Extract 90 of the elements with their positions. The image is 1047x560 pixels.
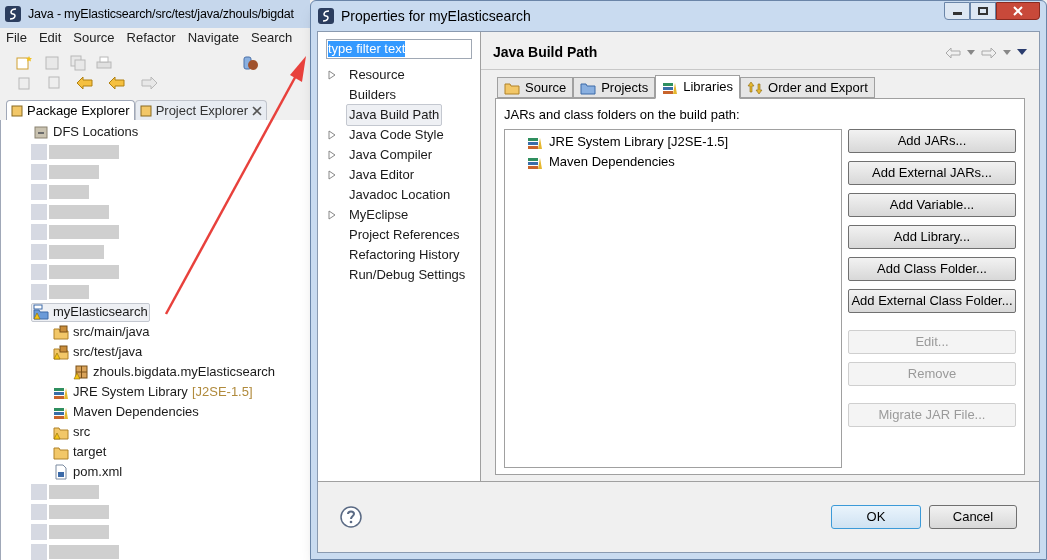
- action-button[interactable]: Add Variable...: [848, 192, 1016, 217]
- tree-item[interactable]: myElasticsearch: [31, 302, 150, 322]
- back-arrow-icon[interactable]: [108, 76, 126, 90]
- view-icon: [11, 104, 23, 117]
- menu-item[interactable]: Refactor: [126, 28, 176, 48]
- action-button[interactable]: Add External Class Folder...: [848, 288, 1016, 313]
- tree-item[interactable]: src/test/java: [51, 342, 145, 362]
- app-icon: [4, 5, 22, 23]
- nav-item[interactable]: Java Code Style: [346, 124, 447, 146]
- nav-item[interactable]: Builders: [346, 84, 399, 106]
- blurred-row: [31, 164, 99, 180]
- view-tab[interactable]: Project Explorer: [134, 100, 268, 120]
- expand-icon[interactable]: [328, 70, 336, 80]
- list-item[interactable]: JRE System Library [J2SE-1.5]: [527, 131, 841, 152]
- minimize-button[interactable]: [944, 2, 970, 20]
- tree-item[interactable]: pom.xml: [51, 462, 125, 482]
- maximize-button[interactable]: [970, 2, 996, 20]
- tree-item[interactable]: JRE System Library [J2SE-1.5]: [51, 382, 255, 402]
- app-icon: [317, 7, 335, 25]
- nav-item[interactable]: Java Editor: [346, 164, 418, 186]
- tab[interactable]: Libraries: [655, 75, 741, 99]
- save-all-icon[interactable]: [70, 55, 86, 71]
- page-title: Java Build Path: [493, 43, 598, 62]
- forward-arrow-icon[interactable]: [140, 76, 158, 90]
- dialog-button[interactable]: OK: [831, 505, 921, 529]
- source-folder-icon: [53, 324, 69, 340]
- tree-item[interactable]: src: [51, 422, 93, 442]
- tree-item[interactable]: DFS Locations: [31, 122, 141, 142]
- tree-item[interactable]: target: [51, 442, 109, 462]
- tree-item[interactable]: src/main/java: [51, 322, 152, 342]
- nav-item[interactable]: Java Compiler: [346, 144, 436, 166]
- expand-icon[interactable]: [328, 150, 336, 160]
- tab[interactable]: Order and Export: [740, 77, 875, 98]
- nav-item[interactable]: Refactoring History: [346, 244, 463, 266]
- list-item[interactable]: Maven Dependencies: [527, 151, 841, 172]
- view-icon: [139, 104, 152, 117]
- window-title: Java - myElasticsearch/src/test/java/zhouls/bigdat: [28, 5, 294, 23]
- close-icon: [1013, 6, 1023, 16]
- package-icon: [73, 364, 89, 380]
- menu-item[interactable]: Navigate: [187, 28, 239, 48]
- close-icon[interactable]: [252, 105, 263, 116]
- bean-icon[interactable]: [242, 55, 260, 71]
- view-tab[interactable]: Package Explorer: [6, 100, 135, 120]
- view-menu-icon[interactable]: [1017, 49, 1027, 56]
- source-folder-icon: [504, 80, 520, 95]
- menu-item[interactable]: Source: [73, 28, 115, 48]
- blurred-row: [31, 484, 99, 500]
- action-button[interactable]: Add External JARs...: [848, 160, 1016, 185]
- action-button[interactable]: Add Class Folder...: [848, 256, 1016, 281]
- dialog-button[interactable]: Cancel: [929, 505, 1017, 529]
- menu-item[interactable]: File: [6, 28, 27, 48]
- books-icon: [662, 80, 679, 94]
- new-icon[interactable]: [16, 55, 34, 71]
- dropdown-icon[interactable]: [967, 49, 975, 56]
- tab[interactable]: Projects: [573, 77, 656, 98]
- nav-item[interactable]: Resource: [346, 64, 408, 86]
- swap-arrows-icon: [747, 80, 764, 95]
- dropdown-icon[interactable]: [1003, 49, 1011, 56]
- print-icon[interactable]: [96, 55, 112, 71]
- drawer-icon: [33, 124, 49, 140]
- description-text: JARs and class folders on the build path:: [504, 106, 741, 124]
- expand-icon[interactable]: [328, 130, 336, 140]
- folder-icon: [53, 444, 69, 460]
- menu-item[interactable]: Edit: [38, 28, 62, 48]
- nav-item[interactable]: Project References: [346, 224, 463, 246]
- nav-item[interactable]: MyEclipse: [346, 204, 412, 226]
- nav-item[interactable]: Java Build Path: [346, 104, 443, 126]
- tab[interactable]: Source: [497, 77, 574, 98]
- expand-icon[interactable]: [328, 170, 336, 180]
- action-button[interactable]: Add JARs...: [848, 128, 1016, 153]
- back-arrow-icon[interactable]: [76, 76, 94, 90]
- tree-item[interactable]: zhouls.bigdata.myElasticsearch: [71, 362, 278, 382]
- tree-item[interactable]: Maven Dependencies: [51, 402, 201, 422]
- source-folder-icon: [53, 344, 69, 360]
- nav-item[interactable]: Javadoc Location: [346, 184, 454, 206]
- expand-icon[interactable]: [328, 210, 336, 220]
- help-icon[interactable]: [340, 506, 362, 528]
- nav-item[interactable]: Run/Debug Settings: [346, 264, 469, 286]
- back-arrow-icon[interactable]: [945, 46, 961, 59]
- action-button[interactable]: Add Library...: [848, 224, 1016, 249]
- dialog-title: Properties for myElasticsearch: [341, 6, 531, 26]
- file-icon: [53, 464, 69, 480]
- project-folder-icon: [33, 304, 49, 320]
- menu-item[interactable]: Search: [251, 28, 293, 48]
- forward-arrow-icon[interactable]: [981, 46, 997, 59]
- blurred-row: [31, 284, 89, 300]
- blurred-row: [31, 184, 89, 200]
- folder-icon: [53, 424, 69, 440]
- folder-icon: [580, 80, 597, 95]
- close-button[interactable]: [996, 2, 1040, 20]
